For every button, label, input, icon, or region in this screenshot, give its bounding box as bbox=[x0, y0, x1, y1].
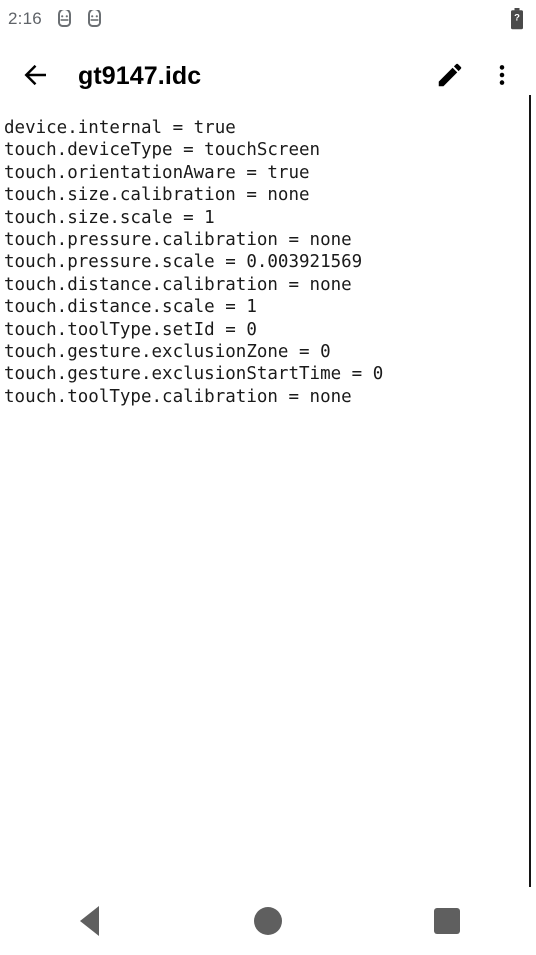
more-vert-icon bbox=[489, 62, 515, 91]
code-line: touch.toolType.calibration = none bbox=[4, 386, 352, 407]
arrow-back-icon bbox=[21, 60, 51, 93]
code-line: touch.gesture.exclusionZone = 0 bbox=[4, 342, 331, 363]
page-title: gt9147.idc bbox=[78, 61, 202, 90]
back-button[interactable] bbox=[8, 48, 64, 104]
code-line: touch.size.scale = 1 bbox=[4, 207, 215, 228]
status-clock: 2:16 bbox=[8, 9, 42, 28]
android-navigation-bar bbox=[0, 887, 536, 955]
edit-pencil-icon bbox=[435, 60, 465, 93]
app-bar: gt9147.idc bbox=[0, 46, 536, 106]
code-line: touch.distance.calibration = none bbox=[4, 274, 352, 295]
nav-recents-button[interactable] bbox=[407, 887, 487, 955]
android-head-icon bbox=[86, 9, 103, 29]
triangle-back-icon bbox=[79, 906, 99, 936]
status-bar: 2:16 ? bbox=[0, 0, 536, 38]
scrollbar[interactable] bbox=[529, 95, 531, 891]
code-line: touch.gesture.exclusionStartTime = 0 bbox=[4, 364, 384, 385]
overflow-menu-button[interactable] bbox=[476, 50, 528, 102]
battery-unknown-icon: ? bbox=[510, 8, 524, 30]
circle-home-icon bbox=[253, 907, 282, 935]
square-recents-icon bbox=[433, 908, 460, 934]
nav-home-button[interactable] bbox=[228, 887, 308, 955]
phone-screen: 2:16 ? gt9147.idc device.internal = true… bbox=[0, 0, 536, 955]
code-line: touch.distance.scale = 1 bbox=[4, 297, 257, 318]
nav-back-button[interactable] bbox=[49, 887, 129, 955]
file-content-viewer[interactable]: device.internal = true touch.deviceType … bbox=[0, 117, 531, 887]
edit-button[interactable] bbox=[424, 50, 476, 102]
code-line: touch.orientationAware = true bbox=[4, 162, 310, 183]
code-line: touch.size.calibration = none bbox=[4, 185, 310, 206]
code-line: touch.deviceType = touchScreen bbox=[4, 140, 321, 161]
status-notification-icons bbox=[56, 9, 103, 29]
svg-text:?: ? bbox=[514, 12, 520, 23]
code-line: device.internal = true bbox=[4, 118, 236, 138]
code-line: touch.pressure.scale = 0.003921569 bbox=[4, 252, 363, 273]
code-line: touch.toolType.setId = 0 bbox=[4, 319, 257, 340]
android-head-icon bbox=[56, 9, 73, 29]
code-line: touch.pressure.calibration = none bbox=[4, 230, 352, 251]
